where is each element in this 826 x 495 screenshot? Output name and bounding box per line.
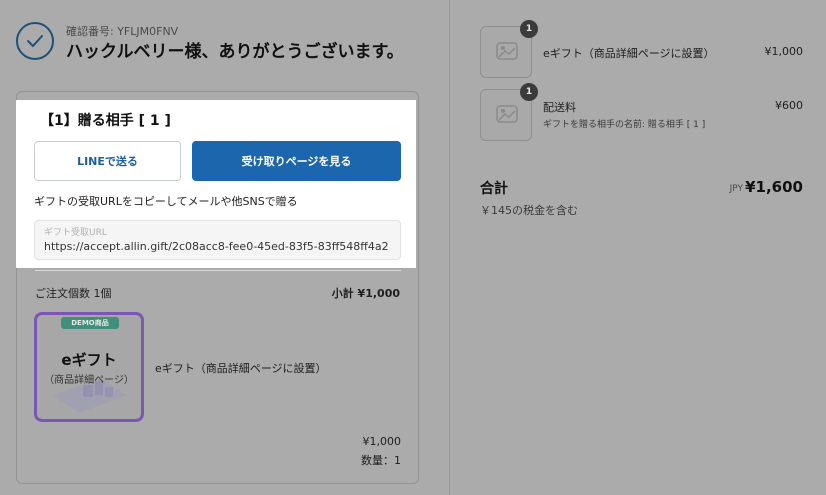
summary-item-note: ギフトを贈る相手の名前: 贈る相手 [ 1 ] — [543, 120, 706, 130]
order-confirmation-panel: 確認番号: YFLJM0FNV ハックルベリー様、ありがとうございます。 【1】… — [0, 0, 450, 495]
product-price: ¥1,000 — [362, 435, 402, 448]
order-quantity: ご注文個数 1個 — [35, 287, 112, 300]
total-label: 合計 — [480, 181, 508, 197]
gift-url-label: ギフト受取URL — [44, 228, 107, 238]
summary-item-name: 配送料 — [543, 101, 576, 114]
item-quantity-badge: 1 — [520, 20, 538, 38]
gift-url-field[interactable]: ギフト受取URL https://accept.allin.gift/2c08a… — [34, 220, 401, 260]
view-receive-page-button[interactable]: 受け取りページを見る — [192, 141, 401, 181]
summary-item-price: ¥600 — [775, 99, 803, 112]
copy-url-instruction: ギフトの受取URLをコピーしてメールや他SNSで贈る — [34, 195, 298, 208]
thanks-heading: ハックルベリー様、ありがとうございます。 — [66, 42, 404, 62]
summary-item-price: ¥1,000 — [764, 45, 804, 58]
tax-note: ￥145の税金を含む — [480, 204, 578, 217]
gift-url-value[interactable]: https://accept.allin.gift/2c08acc8-fee0-… — [44, 240, 389, 253]
total-amount: ¥1,600 — [745, 178, 803, 196]
check-circle-icon — [16, 22, 54, 60]
product-thumbnail: DEMO商品 eギフト （商品詳細ページ） — [34, 312, 144, 422]
order-summary-panel: 1 eギフト（商品詳細ページに設置） ¥1,000 1 配送料 ¥600 ギフト… — [450, 0, 826, 495]
demo-badge: DEMO商品 — [61, 317, 119, 329]
thumbnail-subtitle: （商品詳細ページ） — [44, 375, 134, 386]
thumbnail-title: eギフト — [61, 351, 117, 369]
gift-send-panel: 【1】贈る相手 [ 1 ] LINEで送る 受け取りページを見る ギフトの受取U… — [16, 100, 416, 268]
item-quantity-badge: 1 — [520, 83, 538, 101]
image-placeholder-icon — [496, 42, 518, 60]
total-currency: JPY — [729, 184, 743, 194]
order-subtotal: 小計 ¥1,000 — [331, 287, 400, 300]
summary-item-name: eギフト（商品詳細ページに設置） — [543, 47, 715, 60]
recipient-title: 【1】贈る相手 [ 1 ] — [40, 113, 171, 129]
product-name: eギフト（商品詳細ページに設置） — [155, 362, 327, 375]
divider — [35, 270, 401, 271]
product-quantity: 数量：1 — [361, 454, 401, 467]
image-placeholder-icon — [496, 105, 518, 123]
send-via-line-button[interactable]: LINEで送る — [34, 141, 181, 181]
